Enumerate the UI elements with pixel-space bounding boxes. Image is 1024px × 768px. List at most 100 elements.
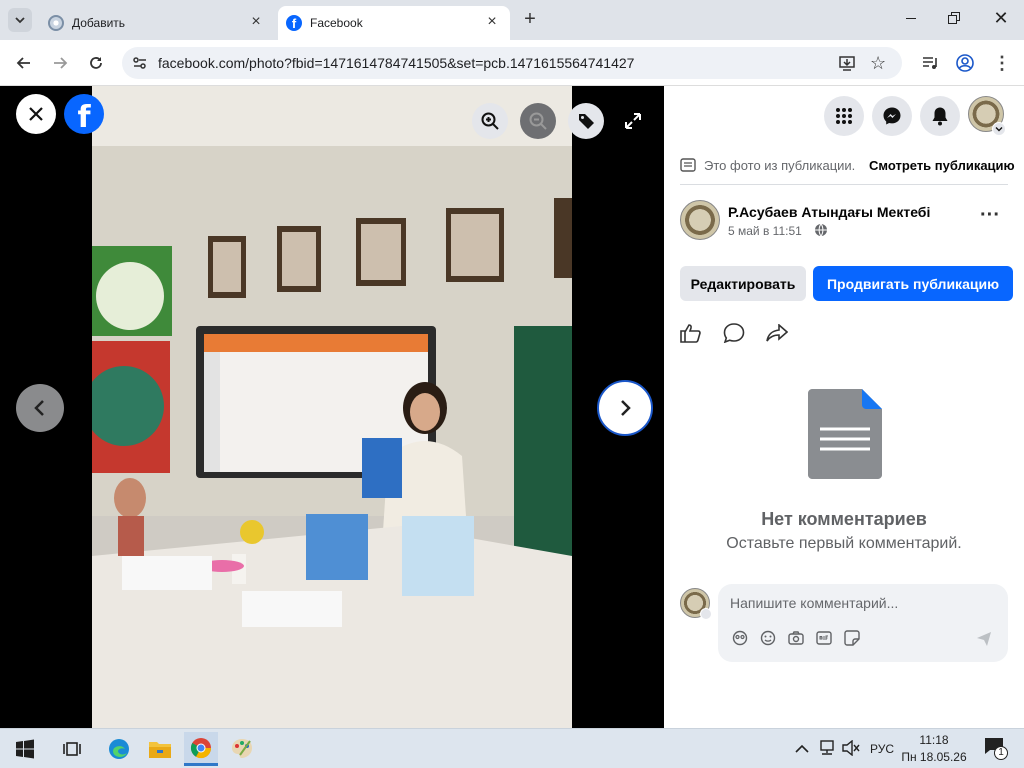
author-name[interactable]: Р.Асубаев Атындағы Мектебі — [728, 204, 930, 220]
show-hidden-icons-button[interactable] — [795, 741, 811, 757]
promote-button-label: Продвигать публикацию — [826, 275, 1000, 292]
tab-title: Добавить — [72, 16, 126, 30]
next-photo-button[interactable] — [597, 380, 653, 436]
close-tab-icon[interactable]: × — [248, 14, 264, 31]
facebook-logo[interactable]: f — [64, 94, 104, 135]
emoji-icon[interactable] — [760, 630, 776, 646]
notifications-center-button[interactable]: 1 — [984, 737, 1008, 761]
chrome-icon — [190, 737, 212, 758]
close-icon — [29, 107, 43, 121]
playlist-icon — [923, 57, 937, 69]
photo[interactable] — [92, 86, 572, 728]
post-time[interactable]: 5 май в 11:51 — [728, 224, 802, 238]
bell-icon — [932, 107, 948, 126]
clock-time[interactable]: 11:18 — [904, 733, 964, 747]
no-comments-subtitle: Оставьте первый комментарий. — [726, 535, 962, 552]
back-button[interactable] — [10, 49, 38, 77]
edge-app[interactable] — [104, 735, 134, 763]
close-tab-icon[interactable]: × — [484, 14, 500, 31]
forward-button[interactable] — [46, 49, 74, 77]
tag-icon — [579, 114, 594, 129]
grid-menu-icon — [836, 108, 852, 124]
profile-icon — [956, 54, 974, 72]
zoom-out-icon — [529, 112, 547, 130]
comment-input[interactable]: Напишите комментарий... — [730, 595, 898, 611]
notifications-button[interactable] — [920, 96, 960, 136]
like-icon[interactable] — [680, 323, 702, 343]
bookmark-star-icon[interactable]: ☆ — [870, 53, 886, 74]
zoom-out-button[interactable] — [520, 103, 556, 139]
menu-button[interactable] — [824, 96, 864, 136]
edge-icon — [109, 739, 129, 759]
avatar-sticker-icon[interactable] — [732, 630, 748, 646]
view-post-link[interactable]: Смотреть публикацию — [869, 158, 1015, 173]
messenger-icon — [883, 107, 901, 125]
paint-app[interactable] — [227, 735, 257, 763]
post-panel: Это фото из публикации. Смотреть публика… — [664, 86, 1024, 728]
globe-favicon-icon — [48, 15, 64, 31]
chevron-right-icon — [621, 400, 631, 416]
tab-facebook[interactable]: f Facebook × — [278, 6, 510, 40]
windows-taskbar: РУС 11:18 Пн 18.05.26 1 — [0, 728, 1024, 768]
new-tab-button[interactable]: + — [520, 9, 540, 30]
sticker-icon[interactable] — [844, 630, 860, 646]
start-button[interactable] — [10, 735, 40, 763]
document-icon — [808, 389, 882, 479]
comment-icon[interactable] — [723, 323, 745, 343]
task-view-button[interactable] — [57, 735, 87, 763]
comment-box[interactable]: Напишите комментарий... — [718, 584, 1008, 662]
address-bar[interactable]: facebook.com/photo?fbid=1471614784741505… — [122, 47, 902, 79]
gif-icon[interactable] — [816, 630, 832, 646]
minimize-button[interactable] — [904, 10, 920, 26]
more-options-button[interactable]: ··· — [978, 205, 1002, 230]
install-app-icon[interactable] — [838, 54, 856, 72]
chevron-down-icon — [15, 17, 25, 24]
url-text[interactable]: facebook.com/photo?fbid=1471614784741505… — [158, 55, 634, 71]
file-explorer-app[interactable] — [145, 735, 175, 763]
no-comments-title: Нет комментариев — [761, 509, 927, 529]
clock-date[interactable]: Пн 18.05.26 — [898, 750, 970, 764]
folder-icon — [149, 742, 171, 758]
reload-icon — [90, 57, 102, 69]
tag-photo-button[interactable] — [568, 103, 604, 139]
globe-icon — [815, 223, 827, 237]
close-window-button[interactable]: ✕ — [992, 9, 1010, 28]
account-chevron-icon[interactable] — [992, 122, 1006, 136]
edit-button[interactable]: Редактировать — [680, 266, 806, 301]
site-info-icon[interactable] — [132, 55, 148, 71]
share-icon[interactable] — [766, 324, 788, 342]
messenger-button[interactable] — [872, 96, 912, 136]
promote-post-button[interactable]: Продвигать публикацию — [813, 266, 1013, 301]
network-icon[interactable] — [818, 740, 836, 758]
fullscreen-button[interactable] — [622, 110, 644, 132]
photo-viewer: f — [0, 86, 664, 728]
tab-title: Facebook — [310, 16, 363, 30]
zoom-in-icon — [481, 112, 499, 130]
camera-icon[interactable] — [788, 630, 804, 646]
profile-button[interactable] — [951, 49, 979, 77]
palette-icon — [232, 739, 252, 758]
expand-icon — [625, 113, 641, 129]
close-viewer-button[interactable] — [16, 94, 56, 134]
divider — [680, 184, 1008, 185]
commenter-chevron-icon[interactable] — [700, 608, 712, 620]
send-icon[interactable] — [976, 630, 992, 646]
tab-list-button[interactable] — [8, 8, 32, 32]
previous-photo-button[interactable] — [16, 384, 64, 432]
from-post-text: Это фото из публикации. — [704, 158, 856, 173]
restore-button[interactable] — [948, 12, 962, 26]
browser-menu-button[interactable]: ⋮ — [988, 49, 1016, 77]
browser-tab-bar: Добавить × f Facebook × + ✕ — [0, 0, 1024, 40]
language-indicator[interactable]: РУС — [870, 742, 894, 756]
arrow-left-icon — [16, 57, 30, 69]
chrome-app[interactable] — [184, 732, 218, 766]
reload-button[interactable] — [82, 49, 110, 77]
author-avatar[interactable] — [680, 200, 720, 240]
zoom-in-button[interactable] — [472, 103, 508, 139]
post-icon — [680, 158, 696, 172]
task-view-icon — [63, 742, 81, 756]
media-controls-button[interactable] — [916, 49, 944, 77]
volume-muted-icon[interactable] — [842, 739, 860, 758]
notification-count-badge: 1 — [994, 746, 1008, 760]
tab-add[interactable]: Добавить × — [38, 6, 274, 40]
